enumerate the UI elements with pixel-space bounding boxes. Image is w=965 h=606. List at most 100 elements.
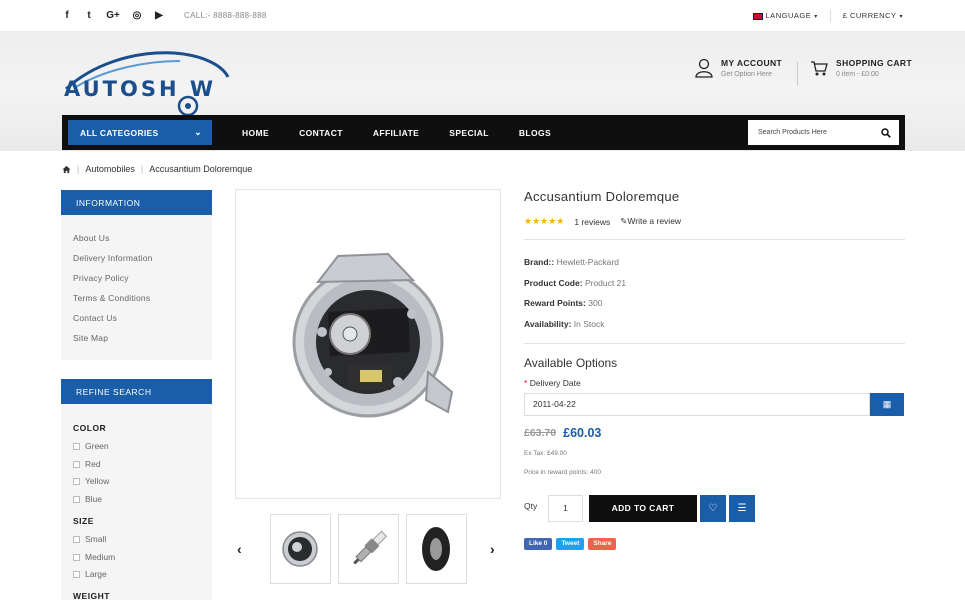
header: AUTOSH W MY ACCOUNT Get Option Here SHOP…: [0, 31, 965, 151]
logo-text: AUTOSH W: [64, 77, 217, 101]
breadcrumb-item[interactable]: Automobiles: [85, 164, 135, 174]
product-title: Accusantium Doloremque: [524, 189, 680, 204]
cart-title: SHOPPING CART: [836, 58, 913, 68]
compare-button[interactable]: ☰: [729, 494, 755, 522]
breadcrumb: | Automobiles | Accusantium Doloremque: [62, 164, 252, 174]
share-button[interactable]: Share: [588, 537, 617, 550]
account-title: MY ACCOUNT: [721, 58, 783, 68]
wishlist-button[interactable]: ♡: [700, 494, 726, 522]
nav-item-affiliate[interactable]: AFFILIATE: [373, 128, 419, 138]
product-code-value: Product 21: [584, 277, 627, 288]
divider: [524, 239, 905, 240]
main-nav: ALL CATEGORIES ⌄ HOME CONTACT AFFILIATE …: [62, 115, 905, 150]
language-dropdown[interactable]: LANGUAGE ▾: [752, 11, 818, 20]
product-code-row: Product Code: Product 21: [524, 277, 627, 288]
all-categories-button[interactable]: ALL CATEGORIES ⌄: [68, 120, 212, 145]
uk-flag-icon: [752, 12, 763, 20]
thumbnail-alternator[interactable]: [270, 514, 331, 584]
filter-checkbox-green[interactable]: Green: [61, 438, 212, 456]
search-input[interactable]: Search Products Here: [748, 120, 899, 145]
rating-stars: ★★★★★: [524, 216, 565, 226]
rating-row: ★★★★★ 1 reviews ✎Write a review: [524, 216, 905, 227]
facebook-icon[interactable]: f: [62, 10, 72, 21]
nav-item-home[interactable]: HOME: [242, 128, 269, 138]
ex-tax-text: Ex Tax: £49.00: [524, 449, 567, 457]
language-label: LANGUAGE: [765, 11, 812, 20]
account-subtitle: Get Option Here: [721, 71, 772, 78]
required-marker: *: [524, 377, 528, 388]
home-icon[interactable]: [62, 165, 71, 174]
sidebar-link-delivery[interactable]: Delivery Information: [61, 248, 212, 268]
quantity-input[interactable]: 1: [548, 494, 583, 522]
twitter-icon[interactable]: t: [84, 10, 94, 21]
heart-icon: ♡: [708, 502, 718, 514]
checkbox[interactable]: [73, 443, 80, 451]
brand-value[interactable]: Hewlett-Packard: [557, 257, 619, 267]
calendar-icon: ▦: [882, 398, 892, 409]
filter-checkbox-medium[interactable]: Medium: [61, 549, 212, 567]
delivery-date-input[interactable]: 2011-04-22: [524, 392, 870, 416]
reward-points-value: 300: [588, 298, 603, 309]
delivery-date-field: 2011-04-22 ▦: [524, 392, 905, 416]
cart-subtitle: 0 item - £0.00: [836, 71, 879, 78]
checkbox[interactable]: [73, 571, 80, 579]
top-bar: f t G+ ◎ ▶ CALL:- 8888-888-888 LANGUAGE ▾…: [0, 0, 965, 31]
nav-item-special[interactable]: SPECIAL: [449, 128, 489, 138]
search-icon[interactable]: [881, 127, 891, 138]
sidebar-link-terms[interactable]: Terms & Conditions: [61, 288, 212, 308]
reviews-link[interactable]: 1 reviews: [574, 217, 610, 227]
brand-row: Brand:: Hewlett-Packard: [524, 257, 619, 267]
sidebar-link-sitemap[interactable]: Site Map: [61, 328, 212, 348]
youtube-icon[interactable]: ▶: [154, 10, 164, 21]
checkbox[interactable]: [73, 478, 80, 486]
call-us-text: CALL:- 8888-888-888: [184, 11, 267, 20]
nav-item-contact[interactable]: CONTACT: [299, 128, 343, 138]
divider: [829, 8, 831, 23]
filter-checkbox-small[interactable]: Small: [61, 531, 212, 549]
cart-icon: [811, 61, 828, 76]
logo[interactable]: AUTOSH W: [62, 47, 232, 117]
checkbox[interactable]: [73, 536, 80, 544]
breadcrumb-item[interactable]: Accusantium Doloremque: [149, 164, 252, 174]
chevron-right-icon[interactable]: ›: [490, 541, 495, 557]
checkbox[interactable]: [73, 460, 80, 468]
thumbnail-spark-plug[interactable]: [338, 514, 399, 584]
information-panel: INFORMATION About Us Delivery Informatio…: [61, 190, 212, 360]
refine-search-panel: REFINE SEARCH COLOR Green Red Yellow Blu…: [61, 379, 212, 601]
filter-checkbox-blue[interactable]: Blue: [61, 491, 212, 509]
sidebar-link-privacy[interactable]: Privacy Policy: [61, 268, 212, 288]
google-plus-icon[interactable]: G+: [106, 10, 120, 21]
availability-row: Availability: In Stock: [524, 319, 605, 330]
sidebar-link-about-us[interactable]: About Us: [61, 228, 212, 248]
chevron-down-icon: ⌄: [194, 127, 202, 137]
facebook-like-button[interactable]: Like 0: [524, 537, 553, 550]
write-review-link[interactable]: ✎Write a review: [620, 216, 681, 227]
checkbox[interactable]: [73, 553, 80, 561]
add-to-cart-button[interactable]: ADD TO CART: [589, 494, 697, 522]
sidebar-link-contact[interactable]: Contact Us: [61, 308, 212, 328]
product-main-image[interactable]: [235, 189, 501, 499]
filter-checkbox-red[interactable]: Red: [61, 456, 212, 474]
thumbnail-tire[interactable]: [406, 514, 467, 584]
tweet-button[interactable]: Tweet: [556, 537, 585, 550]
calendar-button[interactable]: ▦: [870, 392, 904, 416]
tire-thumb-image: [422, 527, 450, 571]
instagram-icon[interactable]: ◎: [132, 10, 142, 21]
reward-price-text: Price in reward points: 400: [524, 468, 601, 476]
nav-menu: HOME CONTACT AFFILIATE SPECIAL BLOGS: [242, 128, 581, 138]
product-details: Accusantium Doloremque ★★★★★ 1 reviews ✎…: [524, 189, 905, 550]
nav-item-blogs[interactable]: BLOGS: [519, 128, 551, 138]
chevron-left-icon[interactable]: ‹: [237, 541, 242, 557]
filter-checkbox-yellow[interactable]: Yellow: [61, 473, 212, 491]
information-heading: INFORMATION: [61, 190, 212, 215]
checkbox[interactable]: [73, 495, 80, 503]
filter-checkbox-large[interactable]: Large: [61, 566, 212, 584]
currency-dropdown[interactable]: £ CURRENCY ▾: [843, 11, 903, 20]
my-account[interactable]: MY ACCOUNT Get Option Here: [695, 58, 782, 78]
current-price: £60.03: [563, 425, 602, 440]
available-options-heading: Available Options: [524, 355, 618, 370]
shopping-cart[interactable]: SHOPPING CART 0 item - £0.00: [810, 58, 912, 78]
divider: [797, 62, 798, 86]
refine-search-heading: REFINE SEARCH: [61, 379, 212, 404]
delivery-date-label: * Delivery Date: [524, 377, 581, 388]
